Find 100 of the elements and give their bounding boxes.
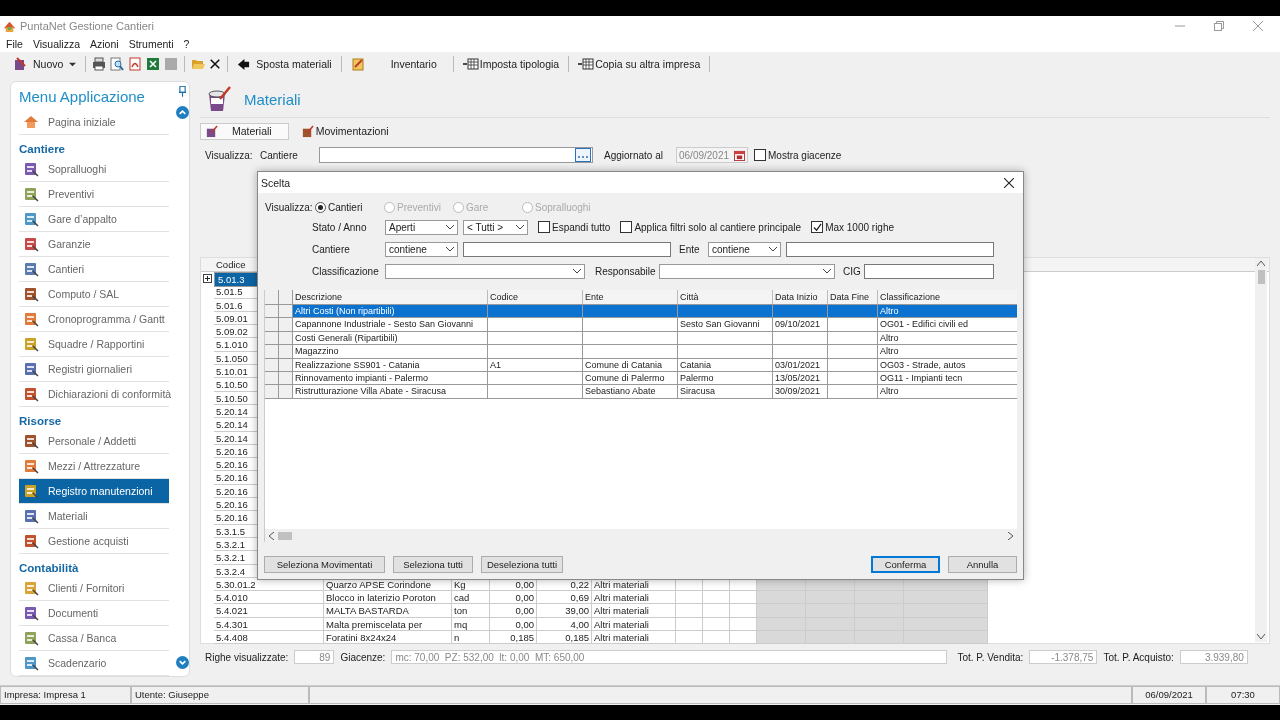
sidebar-item[interactable]: Scadenzario: [19, 651, 169, 676]
table-cell[interactable]: 5.4.301: [214, 617, 324, 631]
sidebar-item[interactable]: Pagina iniziale: [19, 110, 169, 135]
grid-row[interactable]: Realizzazione SS901 - Catania A1 Comune di Catania Catania 03/01/2021 OG03 - Strade, autos: [265, 358, 1017, 372]
home-icon: [23, 114, 39, 130]
grid-row[interactable]: Magazzino Altro: [265, 345, 1017, 359]
sidebar-item[interactable]: Clienti / Fornitori: [19, 576, 169, 601]
sidebar-item[interactable]: Materiali: [19, 504, 169, 529]
arrow-down-icon[interactable]: [1257, 634, 1265, 639]
printer-icon[interactable]: [92, 57, 107, 71]
site-mode-dropdown[interactable]: contiene: [385, 241, 458, 257]
table-cell[interactable]: 5.4.010: [214, 591, 324, 605]
tab[interactable]: Materiali: [200, 122, 289, 140]
sidebar-item[interactable]: Cronoprogramma / Gantt: [19, 307, 169, 332]
sidebar-item[interactable]: Gare d’appalto: [19, 207, 169, 232]
state-dropdown[interactable]: Aperti: [385, 219, 458, 235]
sidebar-item[interactable]: Cassa / Banca: [19, 626, 169, 651]
manager-dropdown[interactable]: [659, 263, 835, 279]
grid-row[interactable]: Ristrutturazione Villa Abate - Siracusa Sebastiano Abate Siracusa 30/09/2021 Altro: [265, 385, 1017, 399]
sidebar-item[interactable]: Sopralluoghi: [19, 157, 169, 182]
arrow-left-icon[interactable]: [269, 531, 274, 540]
document-icon: [23, 311, 39, 327]
table-cell[interactable]: 5.4.021: [214, 604, 324, 618]
scroll-thumb[interactable]: [1257, 270, 1265, 284]
grid-cell: OG11 - Impianti tecn: [878, 371, 1017, 385]
delete-icon[interactable]: [209, 58, 222, 70]
calendar-icon[interactable]: [734, 149, 745, 161]
site-field[interactable]: [319, 147, 593, 163]
new-button[interactable]: Nuovo: [10, 54, 80, 74]
row-header-cell: [279, 385, 293, 398]
caret-icon: [573, 268, 581, 274]
entity-mode-dropdown[interactable]: contiene: [708, 241, 781, 257]
grid-row[interactable]: Capannone Industriale - Sesto San Giovanni Sesto San Giovanni 09/10/2021 OG01 - Edifici civili ed: [265, 318, 1017, 332]
pdf-icon[interactable]: [128, 57, 143, 71]
option-checkbox[interactable]: Espandi tutto: [538, 221, 611, 233]
close-icon[interactable]: [1004, 177, 1014, 188]
dialog-button[interactable]: Deseleziona tutti: [481, 556, 563, 573]
cig-field[interactable]: [864, 263, 994, 279]
menu-item[interactable]: Strumenti: [128, 38, 174, 50]
sidebar-heading: Contabilità: [19, 561, 80, 576]
table-cell: Malta premiscelata per: [324, 617, 452, 631]
status-company: Impresa: Impresa 1: [0, 686, 131, 704]
table-cell: Foratini 8x24x24: [324, 631, 452, 645]
browse-button[interactable]: [575, 148, 591, 162]
arrow-up-icon[interactable]: [1257, 261, 1265, 266]
grid-cell: 09/10/2021: [773, 318, 828, 331]
restore-icon[interactable]: [1214, 21, 1224, 31]
classification-dropdown[interactable]: [385, 263, 585, 279]
pin-icon[interactable]: [179, 86, 186, 97]
dialog-button[interactable]: Annulla: [948, 556, 1017, 573]
scroll-thumb[interactable]: [278, 531, 292, 540]
toolbar-button[interactable]: Sposta materiali: [234, 54, 335, 74]
option-checkbox[interactable]: Applica filtri solo al cantiere principale: [620, 221, 802, 233]
chevron-up-icon[interactable]: [176, 106, 189, 119]
menu-item[interactable]: File: [6, 38, 23, 50]
sidebar-item[interactable]: Garanzie: [19, 232, 169, 257]
arrow-right-icon[interactable]: [1008, 531, 1013, 540]
entity-search-field[interactable]: [786, 241, 994, 257]
grid-row[interactable]: Altri Costi (Non ripartibili) Altro: [265, 305, 1017, 319]
sidebar-item[interactable]: Gestione acquisti: [19, 529, 169, 554]
sidebar-item[interactable]: Cantieri: [19, 257, 169, 282]
option-checkbox[interactable]: Max 1000 righe: [811, 221, 895, 233]
menu-item[interactable]: Azioni: [90, 38, 119, 50]
cig-label: CIG: [843, 265, 859, 277]
sidebar-item[interactable]: Registri giornalieri: [19, 357, 169, 382]
spreadsheet-icon[interactable]: [146, 57, 161, 71]
dialog-button[interactable]: Conferma: [871, 556, 940, 573]
vertical-scrollbar[interactable]: [1255, 258, 1267, 642]
sidebar-item[interactable]: Registro manutenzioni: [19, 479, 169, 504]
radio-option[interactable]: Cantieri: [315, 201, 384, 213]
sidebar-item[interactable]: Preventivi: [19, 182, 169, 207]
site-search-field[interactable]: [463, 241, 671, 257]
document-icon: [23, 161, 39, 177]
sidebar-item[interactable]: Personale / Addetti: [19, 429, 169, 454]
sidebar-item[interactable]: Dichiarazioni di conformità: [19, 382, 169, 407]
column-header: Codice: [215, 258, 246, 271]
grid-row[interactable]: Costi Generali (Ripartibili) Altro: [265, 331, 1017, 346]
preview-icon[interactable]: [110, 57, 125, 71]
document-icon: [23, 630, 39, 646]
toolbar-button[interactable]: Inventario: [347, 54, 447, 74]
toolbar-button[interactable]: Imposta tipologia: [459, 54, 563, 74]
tab[interactable]: Movimentazioni: [296, 123, 405, 139]
sidebar-item[interactable]: Computo / SAL: [19, 282, 169, 307]
grid-row[interactable]: Rinnovamento impianti - Palermo Comune di Palermo Palermo 13/05/2021 OG11 - Impianti tecn: [265, 371, 1017, 386]
chevron-down-icon[interactable]: [176, 656, 189, 669]
toolbar-button[interactable]: Copia su altra impresa: [575, 54, 704, 74]
dialog-button[interactable]: Seleziona tutti: [393, 556, 473, 573]
table-cell: 4,00: [537, 617, 592, 631]
stock-checkbox[interactable]: Mostra giacenze: [754, 149, 842, 161]
sidebar-item[interactable]: Documenti: [19, 601, 169, 626]
expand-icon[interactable]: [203, 274, 212, 284]
menu-item[interactable]: ?: [183, 38, 190, 50]
dialog-button[interactable]: Seleziona Movimentati: [264, 556, 385, 573]
year-dropdown[interactable]: < Tutti >: [463, 219, 528, 235]
sidebar-item[interactable]: Squadre / Rapportini: [19, 332, 169, 357]
table-cell[interactable]: 5.4.408: [214, 631, 324, 645]
caret-icon: [516, 224, 524, 230]
menu-item[interactable]: Visualizza: [32, 38, 80, 50]
grid-cell: OG01 - Edifici civili ed: [878, 318, 1017, 331]
classification-label: Classificazione: [312, 265, 380, 277]
